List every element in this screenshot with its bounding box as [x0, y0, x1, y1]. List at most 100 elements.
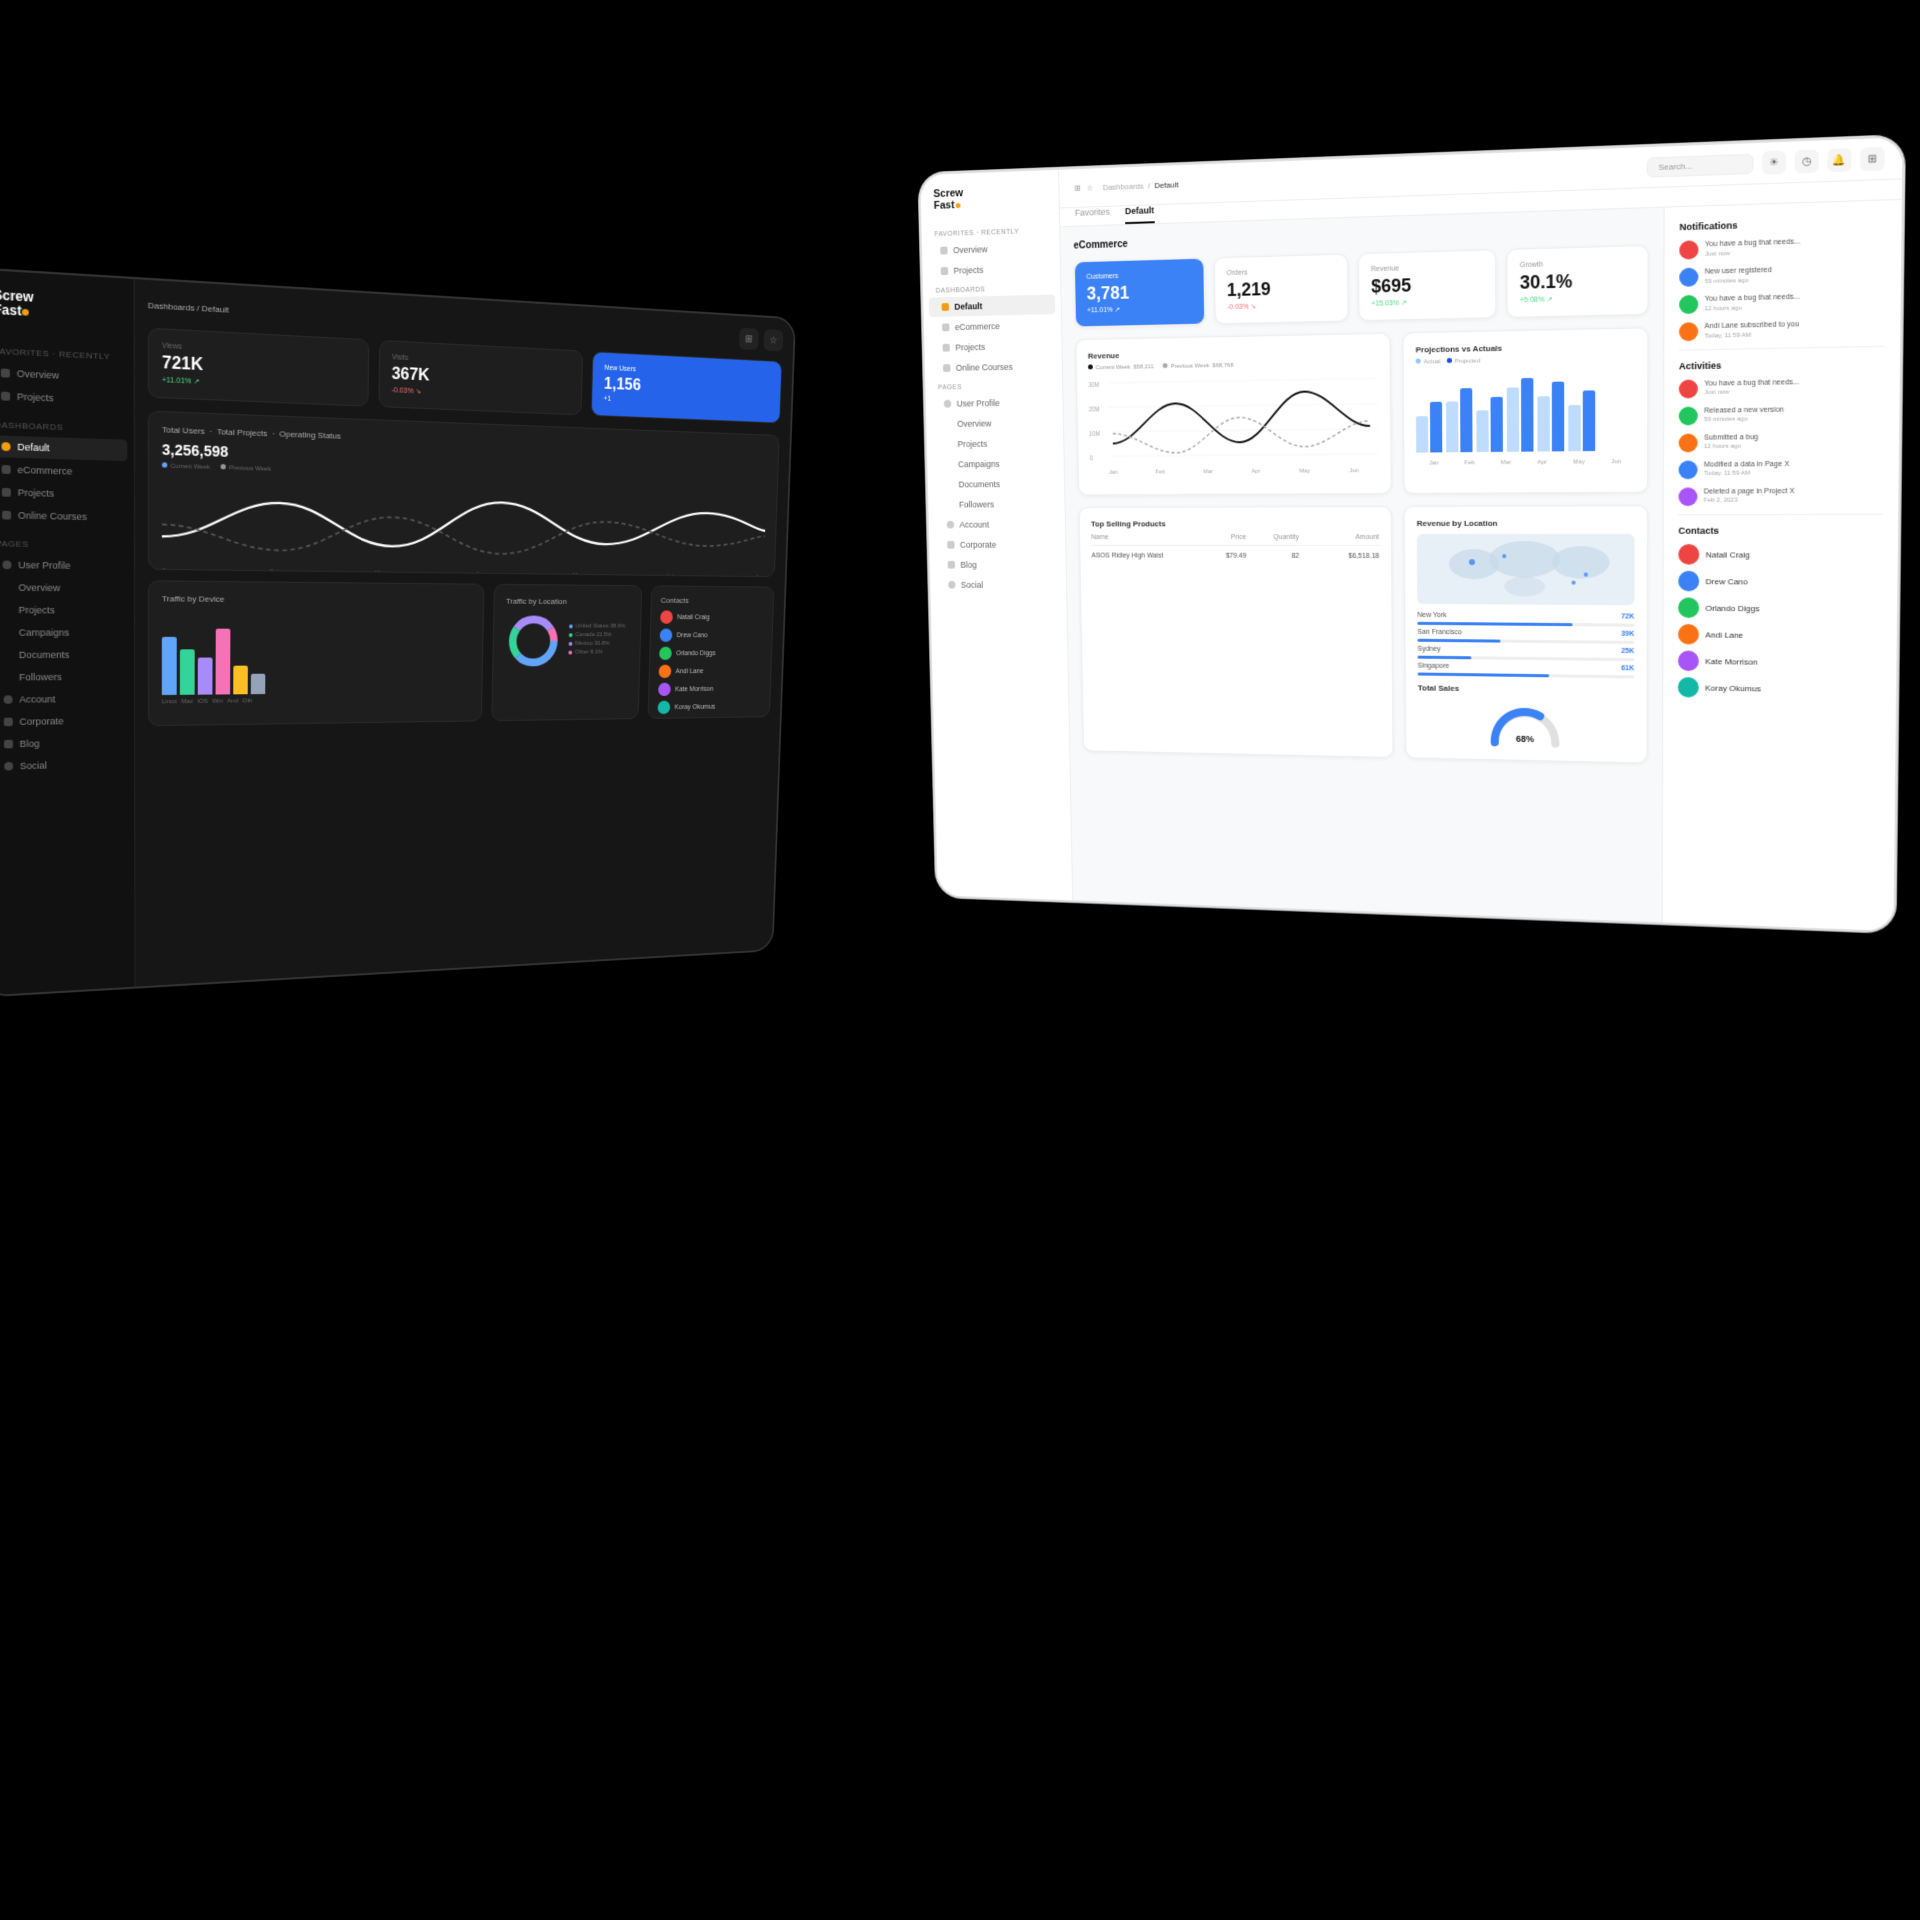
dark-sidebar-item-projects3[interactable]: Projects	[0, 600, 128, 622]
dark-contact-4: Andi Lane	[659, 664, 763, 678]
light-contact-5: Kate Morrison	[1678, 651, 1881, 674]
notif-4: Andi Lane subscribed to you Today, 11:59…	[1679, 318, 1885, 341]
dark-icon-btn-1[interactable]: ⊞	[739, 328, 759, 350]
dark-sidebar-item-default[interactable]: Default	[0, 435, 127, 461]
proj-bar-mar-actual	[1476, 410, 1488, 452]
dark-sidebar-item-user-profile[interactable]: User Profile	[0, 554, 127, 577]
light-sidebar: ScrewFast Favorites · Recently Overview …	[920, 170, 1073, 901]
svg-text:0: 0	[1090, 455, 1094, 463]
dark-sidebar-item-followers[interactable]: Followers	[0, 667, 128, 689]
notifications-list: You have a bug that needs... Just now Ne…	[1679, 235, 1886, 342]
proj-bar-may-actual	[1537, 396, 1549, 451]
activity-3: Submitted a bug 12 hours ago	[1679, 432, 1884, 453]
light-contact-2: Drew Cano	[1678, 571, 1882, 593]
dark-sidebar-item-blog[interactable]: Blog	[0, 732, 128, 755]
activity-5: Deleted a page in Project X Feb 2, 2023	[1678, 486, 1883, 506]
light-sidebar-item-projects[interactable]: Projects	[928, 258, 1055, 281]
topbar-sun-icon[interactable]: ☀	[1762, 150, 1786, 174]
dark-sidebar-item-campaigns[interactable]: Campaigns	[0, 622, 128, 643]
proj-bar-jun-proj	[1583, 390, 1595, 451]
bar-linux	[162, 637, 177, 695]
dark-contact-5: Kate Morrison	[658, 682, 762, 696]
light-sidebar-item-blog[interactable]: Blog	[935, 555, 1060, 574]
proj-bar-feb-proj	[1460, 388, 1472, 452]
light-main: ⊞ ☆ Dashboards / Default Search... ☀ ◷ 🔔…	[1059, 137, 1903, 931]
donut-svg	[505, 612, 562, 671]
svg-text:68%: 68%	[1516, 734, 1534, 745]
light-sidebar-item-corporate[interactable]: Corporate	[934, 535, 1060, 554]
divider-2	[1678, 514, 1882, 516]
top-selling-table: Top Selling Products Name Price Quantity…	[1079, 506, 1394, 758]
light-sidebar-item-overview2[interactable]: Overview	[931, 413, 1057, 434]
contact-avatar-1	[1678, 544, 1699, 565]
proj-bar-may-proj	[1552, 382, 1564, 452]
light-topbar-actions: Search... ☀ ◷ 🔔 ⊞	[1647, 147, 1885, 179]
panel-notifications-title: Notifications	[1679, 215, 1886, 232]
dark-bottom-row: Traffic by Device Linux Mac i	[148, 580, 774, 726]
tab-favorites[interactable]: Favorites	[1075, 207, 1110, 226]
dark-main-content: Dashboards / Default ⊞ ☆ Views 721K +11.…	[135, 279, 795, 986]
activities-list: You have a bug that needs... Just now Re…	[1678, 377, 1884, 506]
light-sidebar-item-default[interactable]: Default	[929, 295, 1056, 318]
dark-sidebar-item-projects2[interactable]: Projects	[0, 481, 127, 506]
tab-default[interactable]: Default	[1125, 205, 1154, 224]
light-sidebar-item-campaigns[interactable]: Campaigns	[932, 454, 1058, 474]
gauge-svg: 68%	[1485, 697, 1566, 748]
light-sidebar-item-user-profile[interactable]: User Profile	[931, 393, 1057, 414]
dark-breadcrumb: Dashboards / Default	[148, 300, 229, 314]
light-sidebar-item-projects2[interactable]: Projects	[930, 336, 1056, 358]
dark-sidebar-item-social[interactable]: Social	[0, 754, 128, 778]
light-sidebar-item-social[interactable]: Social	[935, 575, 1060, 595]
dark-sidebar-item-ecommerce[interactable]: eCommerce	[0, 458, 127, 484]
contact-avatar-5	[1678, 651, 1699, 672]
topbar-clock-icon[interactable]: ◷	[1795, 149, 1819, 173]
dark-contacts-card: Contacts Natali Craig Drew Cano Orlando …	[648, 585, 775, 719]
light-sidebar-item-online-courses[interactable]: Online Courses	[930, 356, 1056, 378]
dark-stat-card-views: Views 721K +11.01% ↗	[148, 328, 369, 407]
topbar-icon-grid[interactable]: ⊞	[1074, 183, 1080, 192]
dark-sidebar-item-projects[interactable]: Projects	[0, 385, 127, 413]
notif-avatar-3	[1679, 295, 1698, 314]
light-sidebar-item-followers[interactable]: Followers	[933, 495, 1059, 515]
light-sidebar-item-overview[interactable]: Overview	[927, 238, 1054, 261]
topbar-icon-star[interactable]: ☆	[1086, 183, 1093, 192]
light-sidebar-item-account[interactable]: Account	[934, 515, 1060, 534]
table-row-1: ASOS Ridley High Waist $79.49 82 $6,518.…	[1091, 550, 1379, 563]
light-charts-row: Revenue Current Week $58,211 Previous We…	[1075, 327, 1648, 495]
dark-icon-btn-2[interactable]: ☆	[763, 329, 783, 351]
dark-traffic-device-card: Traffic by Device Linux Mac i	[148, 580, 484, 726]
light-sidebar-item-ecommerce[interactable]: eCommerce	[929, 315, 1056, 337]
topbar-grid-icon[interactable]: ⊞	[1860, 147, 1885, 172]
light-stats-row: Customers 3,781 +11.01% ↗ Orders 1,219 -…	[1074, 245, 1649, 328]
proj-bar-jan-proj	[1430, 402, 1442, 453]
stat-customers: Customers 3,781 +11.01% ↗	[1074, 258, 1205, 328]
bar-other	[251, 674, 266, 694]
light-contact-3: Orlando Diggs	[1678, 597, 1882, 619]
light-contact-6: Koray Okumus	[1678, 677, 1881, 700]
contacts-list: Natali Craig Drew Cano Orlando Diggs	[1678, 544, 1883, 700]
activity-avatar-3	[1679, 434, 1698, 453]
activity-avatar-2	[1679, 407, 1698, 426]
light-logo: ScrewFast	[921, 184, 1060, 226]
dark-contact-6: Koray Okumus	[657, 700, 760, 714]
dark-sidebar-item-overview2[interactable]: Overview	[0, 577, 127, 600]
notif-avatar-4	[1679, 322, 1698, 341]
dark-sidebar-item-account[interactable]: Account	[0, 688, 128, 710]
dark-sidebar-item-corporate[interactable]: Corporate	[0, 710, 128, 733]
bar-ios	[198, 658, 213, 695]
dark-traffic-location-card: Traffic by Location United States 38.6% …	[491, 584, 642, 721]
panel-contacts-title: Contacts	[1678, 525, 1882, 536]
topbar-bell-icon[interactable]: 🔔	[1827, 148, 1851, 172]
light-sidebar-item-projects3[interactable]: Projects	[932, 434, 1058, 455]
dark-sidebar-item-documents[interactable]: Documents	[0, 645, 128, 667]
bar-android	[233, 666, 248, 695]
dark-bar-chart	[162, 612, 472, 695]
light-contact-1: Natali Craig	[1678, 544, 1882, 565]
revenue-location-card: Revenue by Location	[1404, 505, 1648, 763]
total-sales-mini: Total Sales 68%	[1418, 683, 1635, 750]
dark-sidebar-item-online-courses[interactable]: Online Courses	[0, 504, 127, 528]
light-section-pages: Pages	[925, 377, 1062, 394]
map-placeholder	[1417, 534, 1635, 605]
search-bar[interactable]: Search...	[1647, 153, 1754, 177]
light-sidebar-item-documents[interactable]: Documents	[933, 474, 1059, 494]
